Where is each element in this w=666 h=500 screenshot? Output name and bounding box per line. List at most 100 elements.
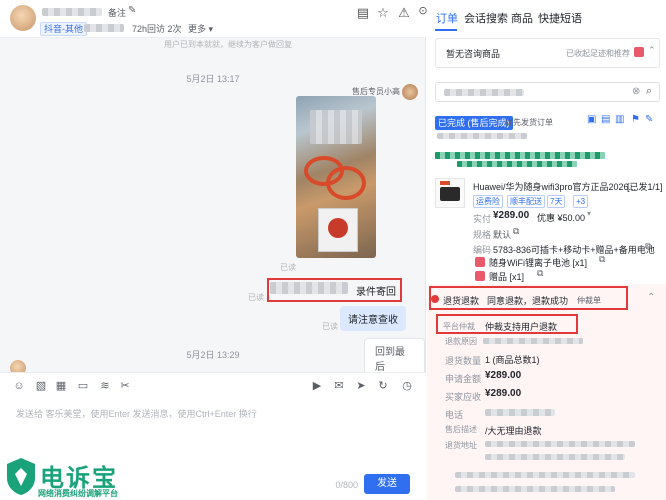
image-icon[interactable]: ▧: [34, 379, 48, 393]
address-redacted-2: [485, 454, 625, 460]
read-status: 已读: [322, 322, 338, 331]
chip-more[interactable]: +3: [573, 195, 589, 208]
order-search-input[interactable]: ⊗ ⌕: [435, 82, 660, 102]
clear-icon[interactable]: ⊗: [632, 86, 640, 97]
code-value: 5783-836可插卡+移动卡+赠品+备用电池: [493, 245, 655, 255]
buyer-amount-value: ¥289.00: [485, 388, 522, 399]
tracking-redacted-2: [457, 161, 577, 167]
tab-chat-search[interactable]: 会话搜索: [464, 10, 508, 26]
copy-icon[interactable]: ⧉: [645, 241, 651, 252]
reason-redacted: [483, 338, 583, 344]
photo-cable-shape-2: [326, 166, 366, 200]
code-label: 编码: [473, 245, 492, 255]
watermark-subtitle: 网络消费纠纷调解平台: [38, 489, 118, 498]
edit-icon[interactable]: ✎: [128, 5, 136, 16]
copy-order-icon[interactable]: ▣: [587, 114, 596, 125]
chat-pane: 备注 ✎ 抖音-其他 72h回访 2次 更多 ▾ ▤ ☆ ⚠ ⊙ 用户已到本就就…: [0, 0, 428, 500]
reason-label: 退款原因: [445, 337, 477, 346]
active-tab-indicator: [435, 29, 457, 31]
watermark-logo: 电诉宝 网络消费纠纷调解平台: [4, 456, 134, 500]
product-title[interactable]: Huawei/华为随身wifi3pro官方正品2026...: [473, 180, 636, 193]
gift-item: 赠品 [x1]: [489, 272, 525, 282]
chip-freight-insurance: 运费险: [473, 195, 503, 208]
highlight-box: [267, 278, 402, 302]
red-strip-shape: [440, 181, 450, 185]
paid-value: ¥289.00: [493, 210, 530, 221]
note-icon[interactable]: ▥: [615, 114, 624, 125]
copy-icon[interactable]: ⧉: [537, 268, 543, 279]
order-no-redacted: [437, 133, 527, 139]
tab-order[interactable]: 订单: [436, 10, 458, 26]
product-thumbnail[interactable]: [435, 178, 465, 208]
chip-sf-delivery: 顺丰配送: [507, 195, 545, 208]
message-bubble: 请注意查收: [340, 306, 406, 331]
search-icon[interactable]: ⌕: [646, 85, 652, 98]
char-counter: 0/800: [335, 480, 358, 490]
read-status: 已读: [280, 263, 296, 272]
history-icon[interactable]: ◷: [400, 379, 414, 393]
timestamp: 5月2日 13:29: [186, 350, 240, 360]
qty-value: 1 (商品总数1): [485, 355, 540, 365]
phone-redacted: [485, 409, 555, 416]
gift-icon: [475, 271, 485, 281]
video-icon[interactable]: ▶: [310, 379, 324, 393]
chevron-icon[interactable]: ⌃: [648, 45, 656, 56]
collapse-chevron-icon[interactable]: ⌃: [647, 292, 655, 303]
apply-amount-label: 申请金额: [445, 374, 482, 384]
print-icon[interactable]: ▤: [601, 114, 610, 125]
customer-name-redacted: [42, 8, 102, 16]
send-plane-icon[interactable]: ➤: [354, 379, 368, 393]
phone-label: 电话: [445, 410, 464, 420]
shipped-status: [已发1/1]: [627, 182, 663, 192]
qty-label: 退货数量: [445, 356, 482, 366]
recommend-icon[interactable]: [634, 47, 644, 57]
more-menu[interactable]: 更多 ▾: [188, 22, 213, 35]
emoji-icon[interactable]: ☺: [12, 379, 26, 393]
source-tag: 抖音-其他: [40, 22, 87, 36]
return-address-label: 退货地址: [445, 441, 477, 450]
discount-value: 优惠 ¥50.00: [537, 213, 586, 223]
desc-label: 售后描述: [445, 425, 477, 434]
shield-logo-icon: [7, 458, 35, 495]
redacted-info: [84, 24, 124, 32]
apply-amount-value: ¥289.00: [485, 370, 522, 381]
chat-header: 备注 ✎ 抖音-其他 72h回访 2次 更多 ▾ ▤ ☆ ⚠ ⊙: [0, 0, 428, 38]
message-input[interactable]: 发送给 客乐美堂，使用Enter 发送消息，使用Ctrl+Enter 换行: [16, 407, 257, 420]
send-button[interactable]: 发送: [364, 474, 410, 494]
refresh-icon[interactable]: ↻: [376, 379, 390, 393]
warning-icon[interactable]: ⚠: [397, 6, 411, 20]
photo-redaction: [310, 110, 362, 144]
star-icon[interactable]: ☆: [376, 6, 390, 20]
tracking-redacted: [435, 152, 605, 159]
scissors-icon[interactable]: ✂: [118, 379, 132, 393]
layers-icon[interactable]: ≋: [98, 379, 112, 393]
paid-label: 实付: [473, 214, 492, 224]
desc-value: /大无理由退款: [485, 426, 542, 436]
priority-tag: 优先发货订单: [505, 118, 553, 127]
info-icon[interactable]: ▾: [587, 209, 591, 218]
refund-section: 退货退款 同意退款，退款成功 仲裁单 ⌃ 平台仲裁 仲裁支持用户退款 退款原因 …: [427, 284, 666, 500]
tab-products[interactable]: 商品: [511, 10, 533, 26]
chip-7day: 7天: [547, 195, 566, 208]
agent-avatar: [402, 84, 418, 100]
remark-label[interactable]: 备注: [108, 6, 126, 19]
tab-quick-phrases[interactable]: 快捷短语: [538, 10, 582, 26]
image-message[interactable]: [296, 96, 376, 258]
panel-tabs: 订单 会话搜索 商品 快捷短语: [427, 0, 666, 32]
spec-label: 规格: [473, 230, 492, 240]
order-panel: 订单 会话搜索 商品 快捷短语 暂无咨询商品 已收起足迹和推荐 ⌃ ⊗ ⌕ 已完…: [427, 0, 666, 500]
copy-icon[interactable]: ⧉: [599, 254, 605, 265]
note-icon[interactable]: ▤: [356, 6, 370, 20]
folder-icon[interactable]: ▭: [76, 379, 90, 393]
flag-icon[interactable]: ⚑: [631, 114, 640, 125]
buyer-amount-label: 买家应收: [445, 392, 482, 402]
calendar-icon[interactable]: ▦: [54, 379, 68, 393]
collapsed-label: 已收起足迹和推荐: [566, 49, 630, 58]
copy-icon[interactable]: ⧉: [513, 226, 519, 237]
edit-icon[interactable]: ✎: [645, 114, 653, 125]
system-hint: 用户已到本就就，继续为客户做回复: [164, 40, 292, 49]
gift-icon[interactable]: ✉: [332, 379, 346, 393]
search-value-redacted: [444, 89, 524, 96]
more-label[interactable]: 更多: [188, 24, 206, 34]
customer-avatar[interactable]: [10, 5, 36, 31]
